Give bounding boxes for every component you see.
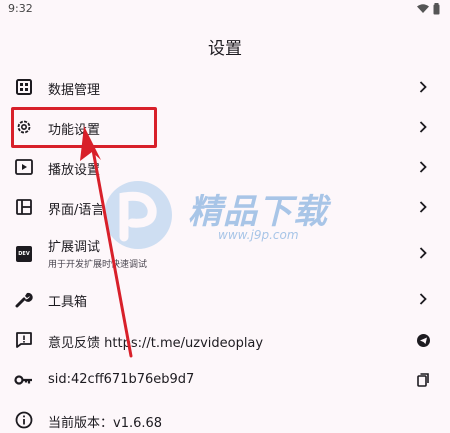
chevron-right-icon <box>416 200 430 214</box>
settings-item-label: sid:42cff671b76eb9d7 <box>48 372 195 387</box>
play-icon <box>14 157 34 177</box>
telegram-icon[interactable] <box>416 333 430 347</box>
status-icons <box>417 3 440 15</box>
wifi-icon <box>417 4 429 13</box>
key-icon <box>14 370 34 390</box>
settings-item-label: 当前版本：v1.6.68 <box>48 416 163 431</box>
battery-icon <box>433 3 440 15</box>
settings-item-label: 数据管理 <box>48 83 101 98</box>
settings-item-label: 工具箱 <box>48 295 88 310</box>
settings-item-toolbox[interactable]: 工具箱 <box>0 280 450 318</box>
dev-icon: DEV <box>14 244 34 264</box>
chevron-right-icon <box>416 246 430 260</box>
status-time: 9:32 <box>8 2 33 15</box>
settings-item-sublabel: 用于开发扩展时快速调试 <box>48 260 148 270</box>
grid-icon <box>14 77 34 97</box>
chevron-right-icon <box>416 292 430 306</box>
status-bar: 9:32 <box>0 0 450 22</box>
settings-item-label: 意见反馈 https://t.me/uzvideoplay <box>48 336 264 351</box>
wrench-icon <box>14 289 34 309</box>
settings-item-interface-language[interactable]: 界面/语言 <box>0 188 450 226</box>
settings-item-feedback[interactable]: 意见反馈 https://t.me/uzvideoplay <box>0 321 450 359</box>
page-title: 设置 <box>208 39 242 59</box>
chevron-right-icon <box>416 120 430 134</box>
layout-icon <box>14 197 34 217</box>
settings-item-label: 界面/语言 <box>48 203 105 218</box>
settings-item-sid[interactable]: sid:42cff671b76eb9d7 <box>0 361 450 399</box>
settings-item-label: 扩展调试 <box>48 240 101 255</box>
dev-icon-text: DEV <box>16 246 32 262</box>
highlight-box <box>11 107 157 148</box>
chevron-right-icon <box>416 160 430 174</box>
feedback-icon <box>14 330 34 350</box>
info-icon <box>14 410 34 430</box>
copy-icon[interactable] <box>416 373 430 387</box>
settings-item-version: 当前版本：v1.6.68 <box>0 401 450 433</box>
settings-item-data-management[interactable]: 数据管理 <box>0 68 450 106</box>
settings-item-extension-debug[interactable]: DEV 扩展调试 用于开发扩展时快速调试 <box>0 232 450 274</box>
chevron-right-icon <box>416 80 430 94</box>
settings-item-playback-settings[interactable]: 播放设置 <box>0 148 450 186</box>
settings-item-label: 播放设置 <box>48 163 101 178</box>
